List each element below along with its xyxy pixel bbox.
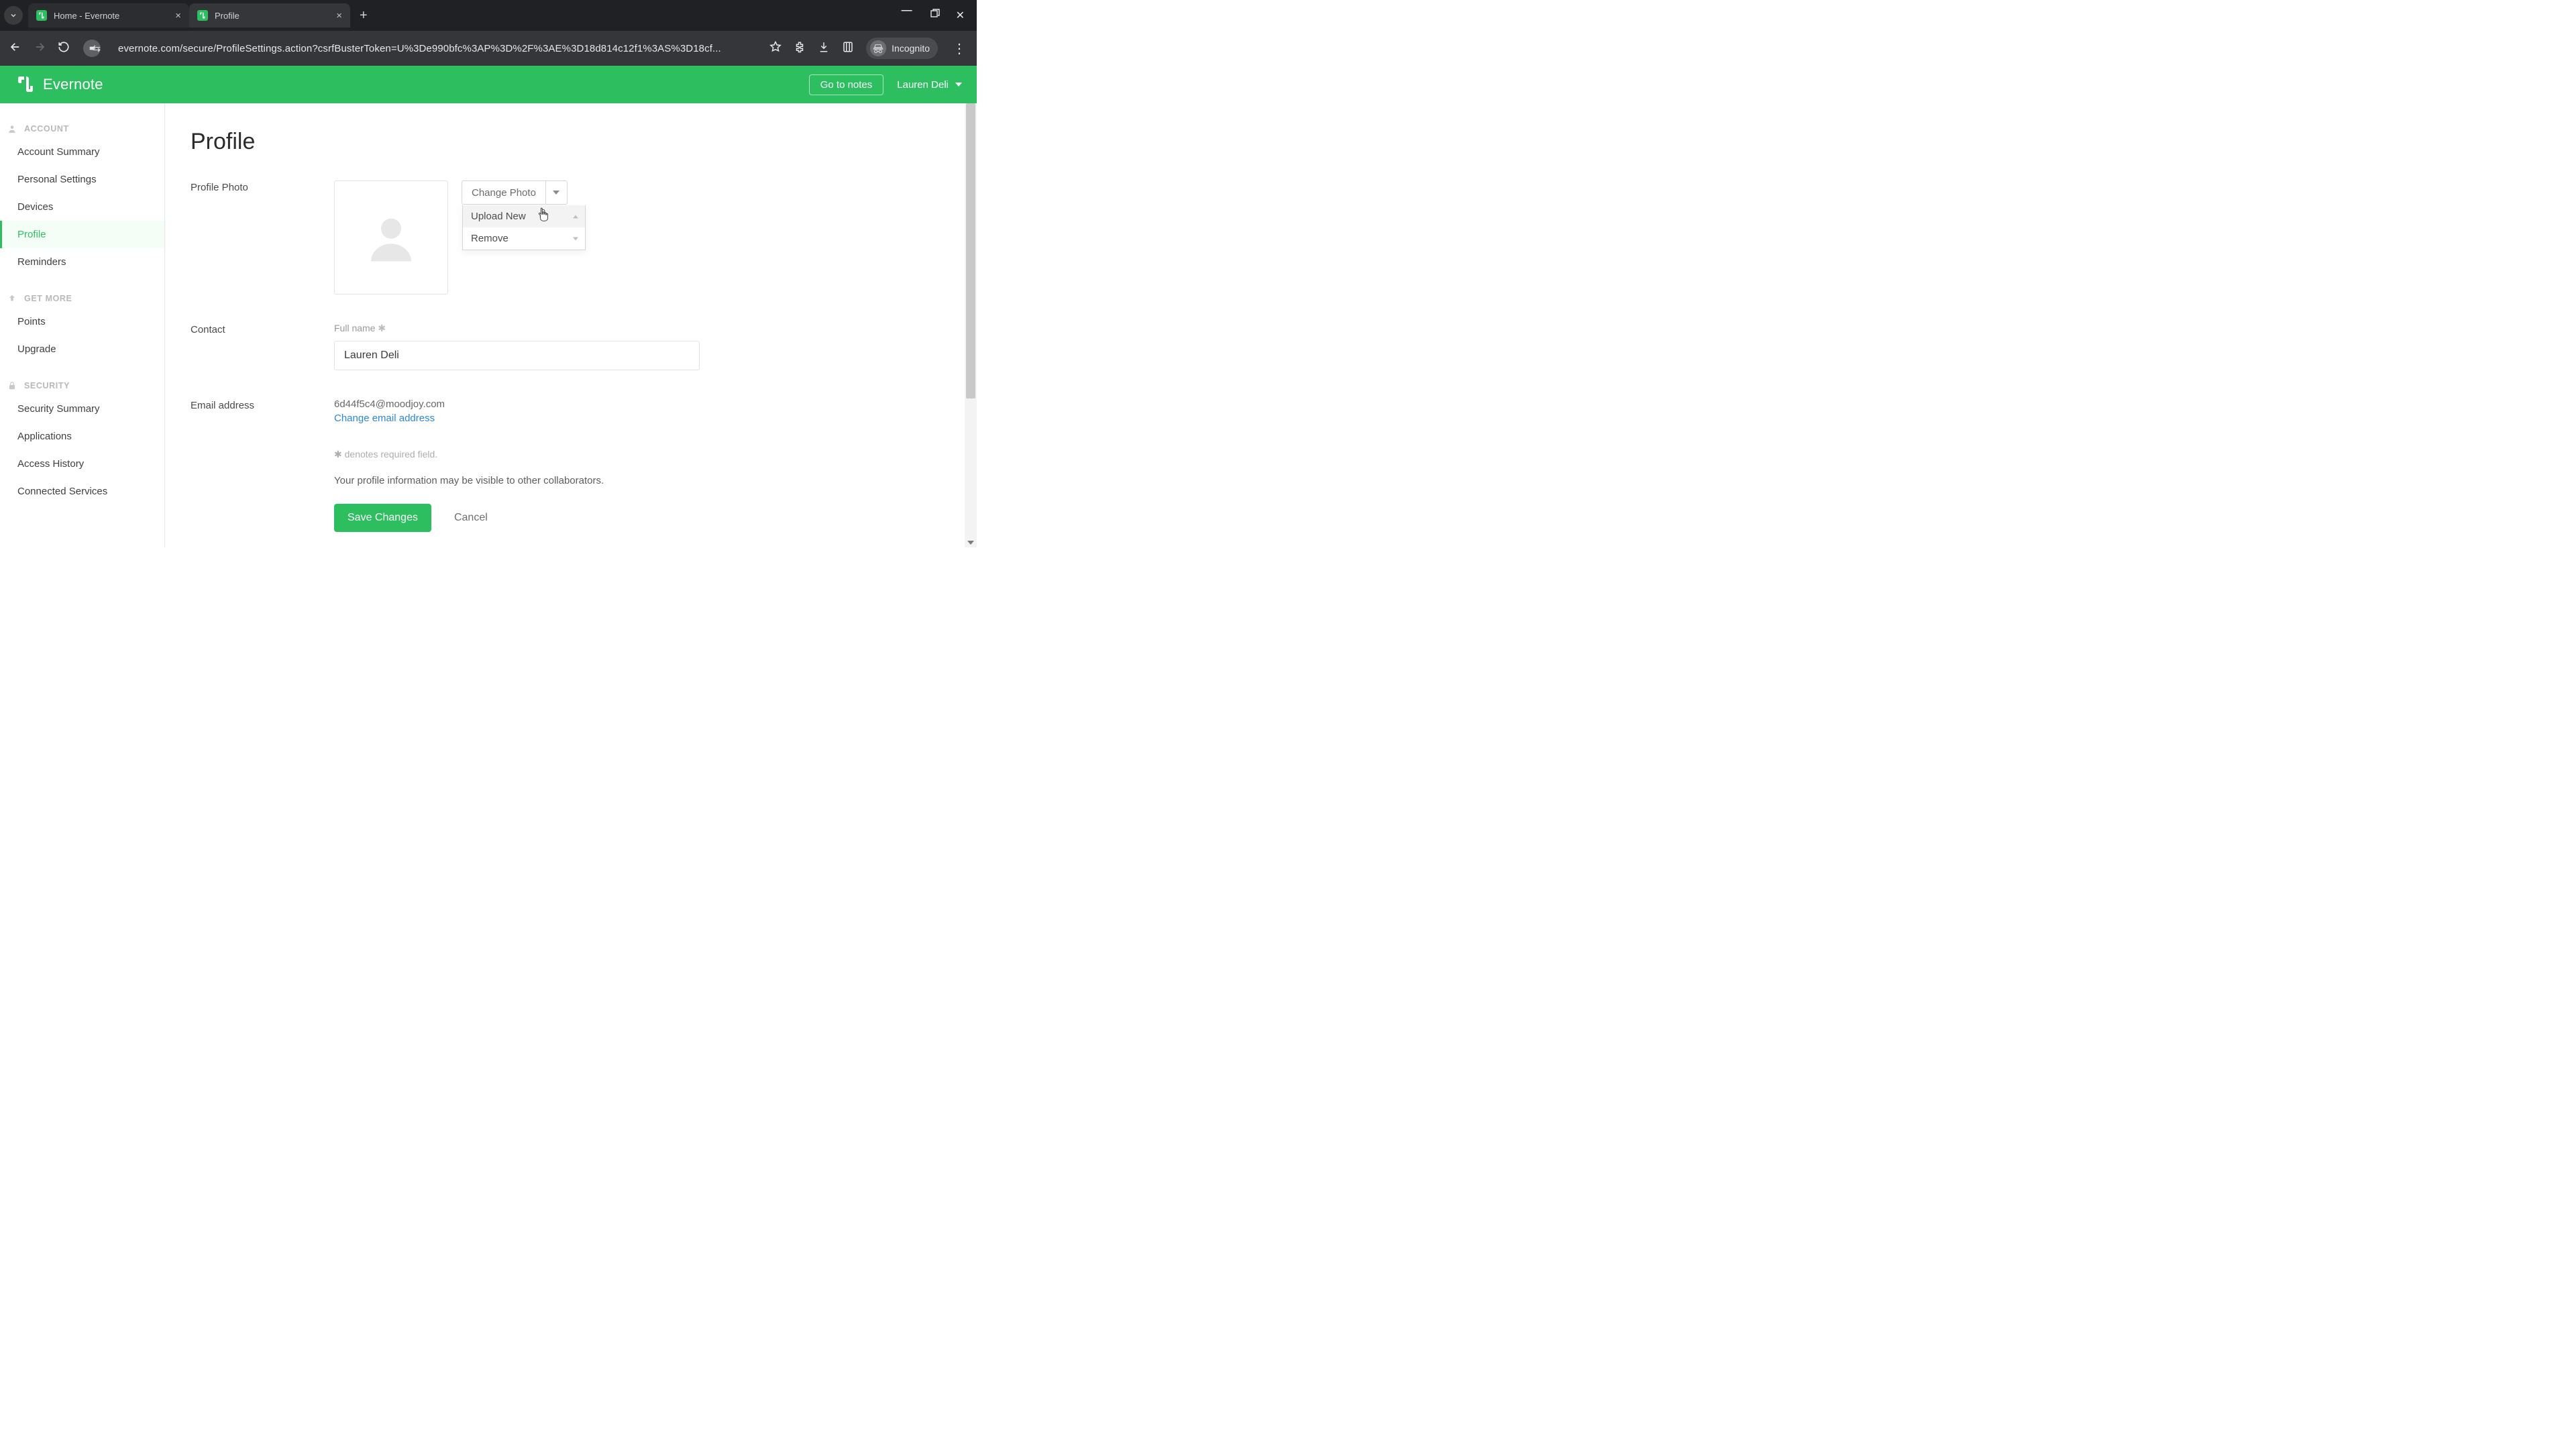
- sidebar: ACCOUNT Account Summary Personal Setting…: [0, 103, 165, 547]
- nav-reload-icon[interactable]: [56, 41, 71, 56]
- chevron-up-icon: [573, 215, 578, 218]
- nav-forward-icon: [32, 41, 47, 56]
- go-to-notes-button[interactable]: Go to notes: [809, 74, 884, 95]
- tab-title: Profile: [215, 11, 329, 21]
- extensions-icon[interactable]: [794, 41, 806, 56]
- tab-close-icon[interactable]: ×: [175, 10, 181, 21]
- user-name: Lauren Deli: [897, 79, 949, 91]
- window-restore-icon[interactable]: [930, 9, 940, 22]
- browser-tab[interactable]: Home - Evernote ×: [28, 3, 189, 28]
- browser-toolbar: ⇆ evernote.com/secure/ProfileSettings.ac…: [0, 31, 977, 66]
- change-photo-button[interactable]: Change Photo Upload New Remove: [462, 180, 568, 205]
- nav-back-icon[interactable]: [8, 41, 23, 56]
- site-info-icon[interactable]: ⇆: [83, 40, 101, 57]
- tab-search-button[interactable]: [4, 6, 23, 25]
- sidebar-item-account-summary[interactable]: Account Summary: [0, 138, 164, 166]
- save-button[interactable]: Save Changes: [334, 504, 431, 532]
- browser-tab[interactable]: Profile ×: [189, 3, 350, 28]
- full-name-input[interactable]: [334, 341, 700, 370]
- profile-photo-label: Profile Photo: [191, 180, 334, 294]
- brand[interactable]: Evernote: [15, 74, 103, 95]
- sidebar-item-connected-services[interactable]: Connected Services: [0, 478, 164, 505]
- vertical-scrollbar[interactable]: [965, 103, 977, 547]
- scrollbar-thumb[interactable]: [966, 103, 975, 398]
- change-photo-label: Change Photo: [462, 187, 545, 199]
- tab-title: Home - Evernote: [54, 11, 168, 21]
- cancel-button[interactable]: Cancel: [454, 512, 488, 524]
- page-title: Profile: [191, 129, 977, 155]
- email-value: 6d44f5c4@moodjoy.com: [334, 398, 977, 410]
- full-name-label: Full name ✱: [334, 323, 977, 334]
- sidebar-item-reminders[interactable]: Reminders: [0, 248, 164, 276]
- sidebar-item-points[interactable]: Points: [0, 308, 164, 335]
- required-note: ✱ denotes required field.: [334, 449, 977, 460]
- user-menu[interactable]: Lauren Deli: [897, 79, 962, 91]
- main-content: Profile Profile Photo Change Photo: [165, 103, 977, 547]
- new-tab-button[interactable]: +: [350, 8, 377, 23]
- downloads-icon[interactable]: [818, 41, 830, 56]
- sidebar-item-devices[interactable]: Devices: [0, 193, 164, 221]
- profile-photo-placeholder: [334, 180, 448, 294]
- sidebar-item-upgrade[interactable]: Upgrade: [0, 335, 164, 363]
- bookmark-star-icon[interactable]: [769, 41, 782, 56]
- email-address-label: Email address: [191, 398, 334, 532]
- menu-upload-new[interactable]: Upload New: [463, 205, 585, 227]
- app-header: Evernote Go to notes Lauren Deli: [0, 66, 977, 103]
- change-photo-menu: Upload New Remove: [462, 205, 586, 250]
- menu-remove[interactable]: Remove: [463, 227, 585, 250]
- evernote-favicon-icon: [197, 10, 208, 21]
- arrow-up-icon: [7, 293, 17, 304]
- scroll-down-icon[interactable]: [967, 541, 974, 545]
- sidebar-item-access-history[interactable]: Access History: [0, 450, 164, 478]
- incognito-chip[interactable]: Incognito: [866, 38, 938, 59]
- change-email-link[interactable]: Change email address: [334, 413, 435, 424]
- address-bar[interactable]: evernote.com/secure/ProfileSettings.acti…: [110, 39, 760, 58]
- sidebar-item-personal-settings[interactable]: Personal Settings: [0, 166, 164, 193]
- lock-icon: [7, 380, 17, 391]
- contact-label: Contact: [191, 323, 334, 370]
- browser-menu-icon[interactable]: ⋮: [950, 40, 969, 57]
- brand-name: Evernote: [43, 76, 103, 93]
- evernote-favicon-icon: [36, 10, 47, 21]
- user-icon: [7, 123, 17, 134]
- evernote-logo-icon: [15, 74, 36, 95]
- chevron-down-icon: [955, 83, 962, 87]
- incognito-icon: [870, 40, 886, 56]
- sidebar-heading-security: SECURITY: [0, 375, 164, 395]
- sidebar-item-profile[interactable]: Profile: [0, 221, 164, 248]
- tab-close-icon[interactable]: ×: [336, 10, 342, 21]
- sidebar-heading-getmore: GET MORE: [0, 288, 164, 308]
- sidebar-item-applications[interactable]: Applications: [0, 423, 164, 450]
- chevron-down-icon: [545, 181, 567, 204]
- window-minimize-icon[interactable]: －: [900, 9, 914, 22]
- chevron-down-icon: [573, 237, 578, 240]
- window-close-icon[interactable]: ✕: [956, 9, 965, 22]
- tab-strip: Home - Evernote × Profile × + － ✕: [0, 0, 977, 31]
- avatar-placeholder-icon: [361, 206, 421, 270]
- incognito-label: Incognito: [892, 43, 930, 54]
- reading-list-icon[interactable]: [842, 41, 854, 56]
- sidebar-item-security-summary[interactable]: Security Summary: [0, 395, 164, 423]
- visibility-note: Your profile information may be visible …: [334, 475, 977, 486]
- sidebar-heading-account: ACCOUNT: [0, 118, 164, 138]
